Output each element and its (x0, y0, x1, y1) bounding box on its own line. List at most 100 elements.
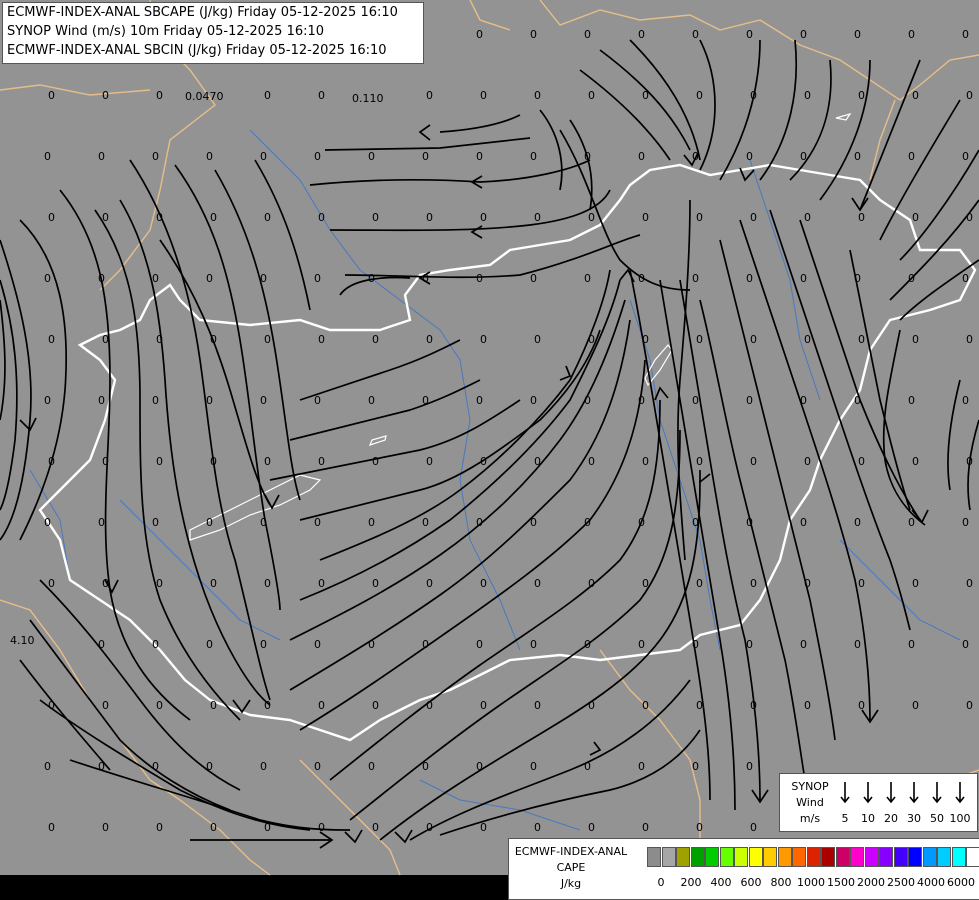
grid-zero-label: 0 (750, 821, 757, 834)
grid-zero-label: 0 (696, 211, 703, 224)
grid-zero-label: 0 (210, 333, 217, 346)
grid-zero-label: 0 (746, 394, 753, 407)
grid-zero-label: 0 (422, 150, 429, 163)
grid-zero-label: 0 (692, 638, 699, 651)
synop-legend-title: SYNOP (791, 780, 829, 793)
grid-zero-label: 0 (642, 821, 649, 834)
grid-zero-label: 0 (638, 638, 645, 651)
grid-zero-label: 0 (800, 272, 807, 285)
grid-zero-label: 0 (750, 699, 757, 712)
grid-zero-label: 0 (98, 760, 105, 773)
grid-zero-label: 0 (746, 638, 753, 651)
grid-zero-label: 0 (804, 211, 811, 224)
cape-color-swatch (734, 847, 748, 867)
cape-color-swatch (661, 847, 676, 867)
grid-zero-label: 0 (476, 516, 483, 529)
synop-wind-legend: SYNOP Wind m/s 5 10 20 30 50 100 (779, 773, 978, 832)
grid-zero-label: 0 (314, 150, 321, 163)
cape-color-swatch (719, 847, 734, 867)
grid-zero-label: 0 (98, 638, 105, 651)
grid-zero-label: 0 (912, 89, 919, 102)
cape-color-swatch (951, 847, 966, 867)
cape-tick-label: 1500 (827, 876, 855, 889)
grid-zero-label: 0 (48, 699, 55, 712)
grid-zero-label: 0 (530, 394, 537, 407)
grid-zero-label: 0 (98, 272, 105, 285)
grid-zero-label: 0 (638, 272, 645, 285)
grid-zero-label: 0 (908, 516, 915, 529)
grid-zero-label: 0 (534, 577, 541, 590)
cape-tick-label: 600 (740, 876, 762, 889)
grid-zero-label: 0 (98, 150, 105, 163)
cape-color-swatch (748, 847, 763, 867)
grid-zero-label: 0 (210, 455, 217, 468)
cape-color-legend: ECMWF-INDEX-ANAL CAPE J/kg 0 200 400 600 800… (508, 838, 979, 900)
grid-zero-label: 0 (318, 455, 325, 468)
grid-zero-label: 0 (584, 394, 591, 407)
cape-color-swatch (908, 847, 922, 867)
grid-zero-label: 0 (426, 89, 433, 102)
grid-zero-label: 0 (318, 333, 325, 346)
wind-arrow-icon (955, 782, 965, 804)
cape-tick-label: 200 (680, 876, 702, 889)
grid-zero-label: 0 (692, 516, 699, 529)
grid-zero-label: 0 (318, 211, 325, 224)
grid-zero-label: 0 (314, 516, 321, 529)
synop-legend-wind: Wind (796, 796, 824, 809)
grid-zero-label: 0 (156, 821, 163, 834)
cape-tick-label: 4000 (917, 876, 945, 889)
grid-zero-label: 0 (750, 455, 757, 468)
grid-zero-label: 0 (966, 211, 973, 224)
grid-zero-label: 0 (476, 394, 483, 407)
grid-zero-label: 0 (858, 211, 865, 224)
cape-legend-title: ECMWF-INDEX-ANAL (514, 845, 628, 858)
grid-zero-label: 0 (44, 150, 51, 163)
grid-zero-label: 0 (642, 211, 649, 224)
grid-zero-label: 0 (264, 821, 271, 834)
grid-zero-label: 0 (264, 89, 271, 102)
grid-zero-label: 0 (260, 638, 267, 651)
grid-zero-label: 0 (534, 455, 541, 468)
grid-zero-label: 0 (102, 577, 109, 590)
grid-zero-label: 0 (426, 699, 433, 712)
grid-zero-label: 0 (260, 516, 267, 529)
synop-arrow-icons (840, 782, 965, 804)
grid-zero-label: 0 (696, 699, 703, 712)
grid-zero-label: 0 (692, 272, 699, 285)
cape-color-swatch (966, 847, 979, 867)
grid-zero-label: 0 (588, 699, 595, 712)
cape-color-swatch (922, 847, 937, 867)
grid-zero-label: 0 (210, 699, 217, 712)
grid-zero-label: 0 (584, 638, 591, 651)
grid-zero-label: 0 (530, 516, 537, 529)
grid-zero-label: 0 (48, 211, 55, 224)
grid-zero-label: 0 (804, 333, 811, 346)
grid-zero-label: 0 (642, 455, 649, 468)
grid-zero-label: 0 (156, 577, 163, 590)
grid-zero-label: 0 (854, 516, 861, 529)
grid-zero-label: 0 (206, 516, 213, 529)
grid-zero-label: 0 (156, 699, 163, 712)
grid-zero-label: 0 (422, 760, 429, 773)
grid-zero-label: 0 (912, 211, 919, 224)
grid-zero-label: 0 (858, 333, 865, 346)
grid-zero-label: 0 (584, 272, 591, 285)
grid-zero-label: 0 (530, 638, 537, 651)
grid-zero-label: 0 (210, 821, 217, 834)
grid-zero-label: 0 (422, 638, 429, 651)
cape-color-swatch (705, 847, 719, 867)
cape-color-swatch (763, 847, 777, 867)
grid-zero-label: 0 (746, 28, 753, 41)
grid-zero-label: 0 (156, 333, 163, 346)
grid-zero-label: 0 (480, 821, 487, 834)
grid-zero-label: 0 (584, 28, 591, 41)
grid-zero-label: 0 (854, 272, 861, 285)
grid-zero-label: 0 (588, 211, 595, 224)
grid-zero-label: 0 (534, 211, 541, 224)
synop-speed-value: 10 (861, 812, 875, 825)
grid-zero-label: 0 (800, 638, 807, 651)
synop-legend-unit: m/s (799, 812, 821, 825)
wind-arrow-icon (932, 782, 942, 804)
grid-zero-label: 0 (102, 89, 109, 102)
grid-zero-label: 0 (260, 150, 267, 163)
